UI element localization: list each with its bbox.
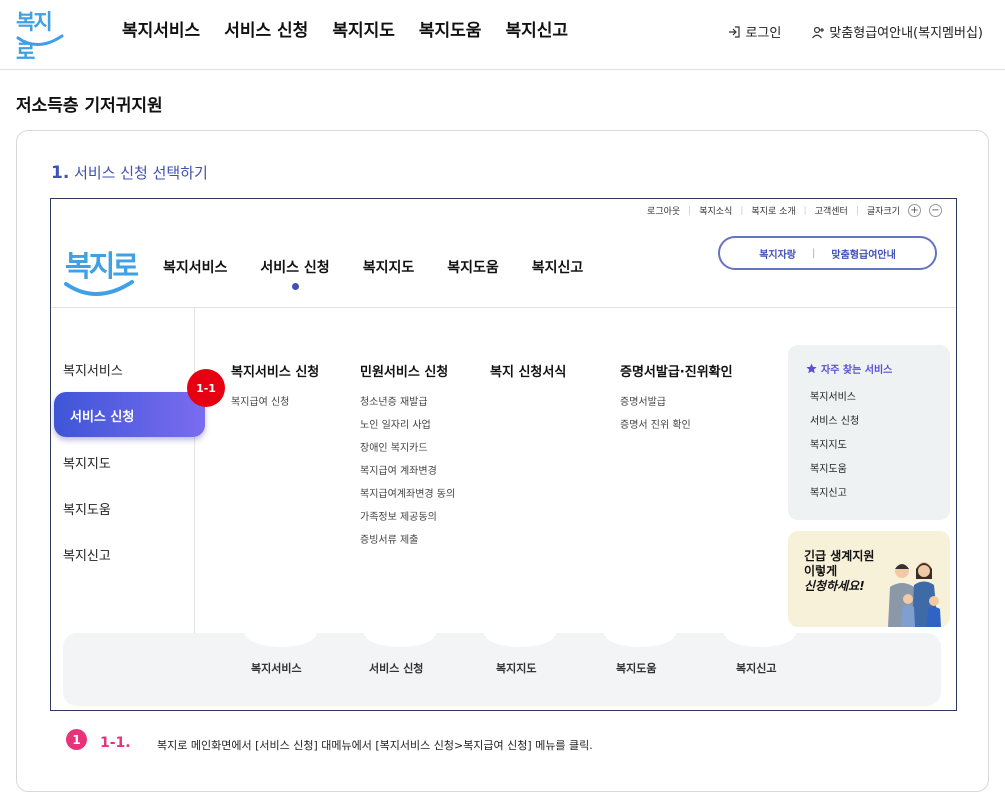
submenu-item[interactable]: 증명서 진위 확인 [620,416,733,431]
submenu-item[interactable]: 장애인 복지카드 [360,439,455,454]
shot-nav-welfare-report[interactable]: 복지신고 [532,257,584,277]
pill-custom-benefit[interactable]: 맞춤형급여안내 [831,246,895,261]
main-nav: 복지서비스 서비스 신청 복지지도 복지도움 복지신고 [122,16,568,41]
submenu-title[interactable]: 복지 신청서식 [490,361,566,380]
note-label: 1-1. [100,735,131,751]
nav-welfare-help[interactable]: 복지도움 [419,16,482,41]
frequent-item[interactable]: 복지서비스 [806,388,950,403]
submenu-title[interactable]: 민원서비스 신청 [360,361,455,380]
login-icon [729,25,741,38]
frequent-title: 자주 찾는 서비스 [821,365,893,376]
shot-quick-pill: 복지자랑 | 맞춤형급여안내 [718,236,937,270]
shot-left-menu: 복지서비스 서비스 신청 복지지도 복지도움 복지신고 [51,308,205,633]
submenu-col-certificate: 증명서발급·진위확인 증명서발급 증명서 진위 확인 [620,361,733,439]
submenu-item[interactable]: 복지급여 계좌변경 [360,462,455,477]
util-news[interactable]: 복지소식 [699,204,732,217]
submenu-title[interactable]: 복지서비스 신청 [231,361,319,380]
util-logout[interactable]: 로그아웃 [647,204,680,217]
shot-nav-welfare-map[interactable]: 복지지도 [363,257,415,277]
left-menu-service-apply[interactable]: 서비스 신청 [54,392,205,437]
submenu-item[interactable]: 증명서발급 [620,393,733,408]
submenu-item[interactable]: 복지급여 신청 [231,393,319,408]
submenu-item[interactable]: 가족정보 제공동의 [360,508,455,523]
step-number: 1. [51,163,70,183]
util-font-size: 글자크기 [866,207,900,217]
bottom-circles-decoration [245,633,796,647]
guide-card: 1. 서비스 신청 선택하기 로그아웃 | 복지소식 | 복지로 소개 | 고객센터 |… [16,130,989,792]
step-heading: 1. 서비스 신청 선택하기 [51,162,208,183]
logo-swoosh-icon [16,34,64,46]
shot-main-nav: 복지서비스 서비스 신청 복지지도 복지도움 복지신고 [163,257,584,290]
shot-nav-welfare-help[interactable]: 복지도움 [447,257,499,277]
note-number-badge: 1 [66,729,87,750]
submenu-item[interactable]: 청소년증 재발급 [360,393,455,408]
frequent-services-panel: 자주 찾는 서비스 복지서비스 서비스 신청 복지지도 복지도움 복지신고 [788,345,950,520]
nav-service-apply[interactable]: 서비스 신청 [224,16,308,41]
frequent-item[interactable]: 복지신고 [806,484,950,499]
left-menu-welfare-help[interactable]: 복지도움 [63,499,111,518]
left-menu-welfare-report[interactable]: 복지신고 [63,545,111,564]
shot-nav-service-apply-label: 서비스 신청 [260,260,330,276]
family-illustration-icon [888,562,941,627]
submenu-item[interactable]: 노인 일자리 사업 [360,416,455,431]
shot-nav-service-apply[interactable]: 서비스 신청 [260,257,330,290]
bokjiro-logo[interactable]: 복지로 [16,6,66,64]
nav-welfare-service[interactable]: 복지서비스 [122,16,200,41]
guide-screenshot: 로그아웃 | 복지소식 | 복지로 소개 | 고객센터 | 글자크기 + − 복지로 복… [50,198,957,711]
submenu-col-civil-apply: 민원서비스 신청 청소년증 재발급 노인 일자리 사업 장애인 복지카드 복지급… [360,361,455,554]
emergency-support-banner[interactable]: 긴급 생계지원 이렇게 신청하세요! [788,531,950,627]
pill-welfare-wallet[interactable]: 복지자랑 [759,246,796,261]
login-link[interactable]: 로그인 [727,22,781,41]
note-text: 복지로 메인화면에서 [서비스 신청] 대메뉴에서 [복지서비스 신청>복지급여… [157,739,593,752]
step-badge: 1-1 [187,369,225,407]
submenu-item[interactable]: 증빙서류 제출 [360,531,455,546]
bottom-nav-service-apply[interactable]: 서비스 신청 [369,660,423,676]
membership-link[interactable]: 맞춤형급여안내(복지멤버십) [811,22,983,41]
submenu-col-forms: 복지 신청서식 [490,361,566,393]
nav-welfare-map[interactable]: 복지지도 [332,16,395,41]
utility-bar: 로그아웃 | 복지소식 | 복지로 소개 | 고객센터 | 글자크기 + − [647,204,942,217]
frequent-item[interactable]: 복지지도 [806,436,950,451]
shot-nav-welfare-service[interactable]: 복지서비스 [163,257,227,277]
shot-logo[interactable]: 복지로 [63,243,139,303]
zoom-out-icon[interactable]: − [929,204,942,217]
left-menu-welfare-map[interactable]: 복지지도 [63,453,111,472]
active-indicator-dot [292,283,300,290]
star-icon [806,363,817,374]
submenu-item[interactable]: 복지급여계좌변경 동의 [360,485,455,500]
pill-divider: | [812,247,816,259]
bottom-nav-welfare-help[interactable]: 복지도움 [616,660,656,676]
bottom-nav-welfare-service[interactable]: 복지서비스 [251,660,302,676]
util-divider: | [855,205,859,216]
shot-logo-swoosh-icon [64,280,134,296]
page-title: 저소득층 기저귀지원 [16,96,163,116]
step-label: 서비스 신청 선택하기 [74,164,208,182]
bottom-nav-welfare-map[interactable]: 복지지도 [496,660,536,676]
user-plus-icon [812,26,825,38]
util-divider: | [740,205,744,216]
top-header: 복지로 복지서비스 서비스 신청 복지지도 복지도움 복지신고 로그인 맞춤형급… [0,0,1005,70]
bottom-nav-welfare-report[interactable]: 복지신고 [736,660,776,676]
util-about[interactable]: 복지로 소개 [751,204,795,217]
submenu-col-welfare-apply: 복지서비스 신청 복지급여 신청 [231,361,319,416]
util-divider: | [803,205,807,216]
membership-label: 맞춤형급여안내(복지멤버십) [829,26,983,41]
left-menu-welfare-service[interactable]: 복지서비스 [63,360,123,379]
shot-bottom-quickmenu: 복지서비스 서비스 신청 복지지도 복지도움 복지신고 [63,633,941,706]
submenu-title[interactable]: 증명서발급·진위확인 [620,361,733,380]
zoom-in-icon[interactable]: + [908,204,921,217]
top-links: 로그인 맞춤형급여안내(복지멤버십) [727,22,983,41]
frequent-item[interactable]: 복지도움 [806,460,950,475]
login-label: 로그인 [745,26,782,41]
nav-welfare-report[interactable]: 복지신고 [505,16,568,41]
frequent-item[interactable]: 서비스 신청 [806,412,950,427]
util-customer-center[interactable]: 고객센터 [815,204,848,217]
frequent-header: 자주 찾는 서비스 [806,361,950,376]
util-divider: | [688,205,692,216]
